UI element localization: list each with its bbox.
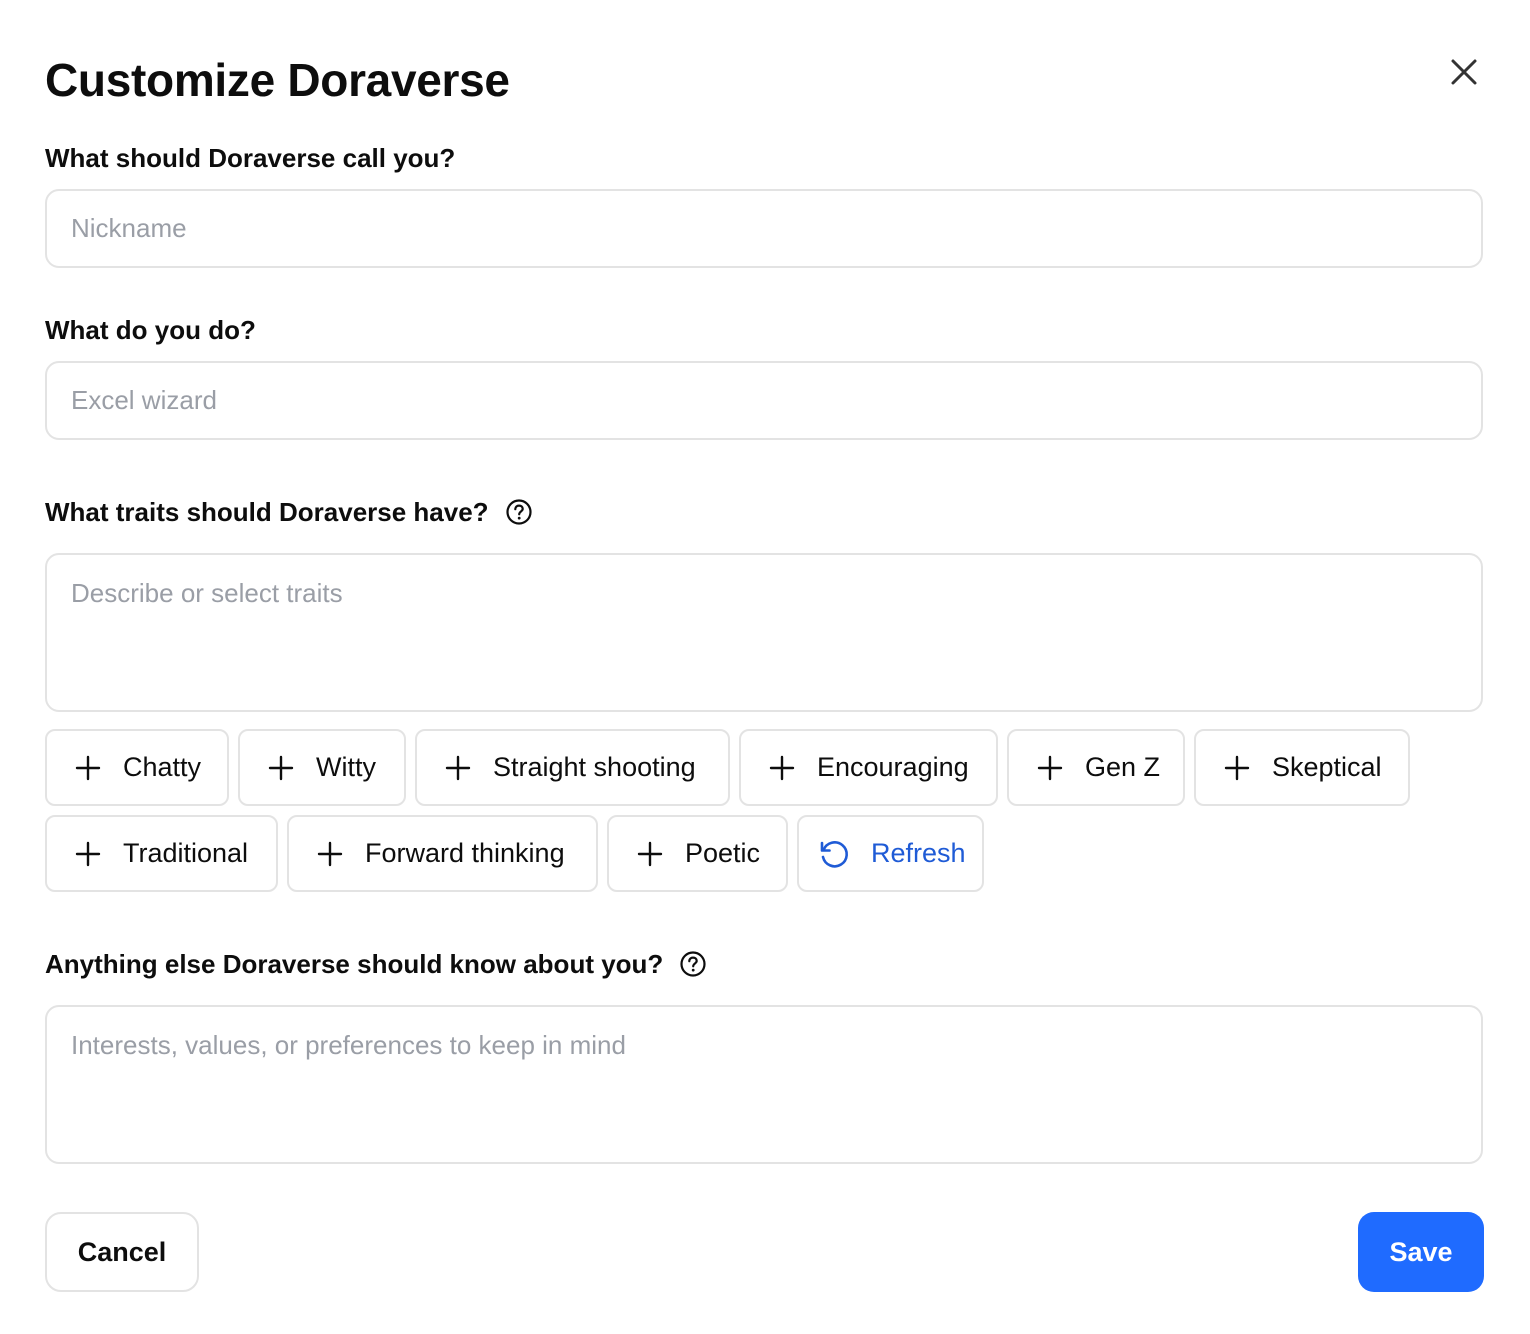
trait-chip-witty[interactable]: Witty bbox=[238, 729, 406, 806]
plus-icon bbox=[75, 841, 101, 867]
trait-chip-label: Skeptical bbox=[1272, 752, 1382, 782]
plus-icon bbox=[317, 841, 343, 867]
trait-chip-label: Witty bbox=[316, 752, 376, 782]
trait-chip-chatty[interactable]: Chatty bbox=[45, 729, 229, 806]
trait-chip-gen-z[interactable]: Gen Z bbox=[1007, 729, 1185, 806]
traits-textarea[interactable] bbox=[45, 553, 1483, 712]
plus-icon bbox=[268, 755, 294, 781]
dialog-title: Customize Doraverse bbox=[45, 54, 510, 106]
close-button[interactable] bbox=[1440, 48, 1488, 96]
nickname-label: What should Doraverse call you? bbox=[45, 141, 455, 175]
traits-label: What traits should Doraverse have? bbox=[45, 495, 533, 529]
plus-icon bbox=[1224, 755, 1250, 781]
trait-chip-label: Forward thinking bbox=[365, 838, 565, 868]
trait-chip-skeptical[interactable]: Skeptical bbox=[1194, 729, 1410, 806]
refresh-traits-button[interactable]: Refresh bbox=[797, 815, 984, 892]
about-textarea[interactable] bbox=[45, 1005, 1483, 1164]
cancel-button[interactable]: Cancel bbox=[45, 1212, 199, 1292]
occupation-label: What do you do? bbox=[45, 313, 256, 347]
about-label-text: Anything else Doraverse should know abou… bbox=[45, 949, 664, 979]
about-label: Anything else Doraverse should know abou… bbox=[45, 947, 707, 981]
refresh-label: Refresh bbox=[871, 838, 966, 868]
plus-icon bbox=[75, 755, 101, 781]
trait-chip-label: Chatty bbox=[123, 752, 202, 782]
occupation-input[interactable] bbox=[45, 361, 1483, 440]
nickname-label-text: What should Doraverse call you? bbox=[45, 143, 456, 173]
traits-label-text: What traits should Doraverse have? bbox=[45, 497, 489, 527]
trait-chip-label: Poetic bbox=[685, 838, 761, 868]
customize-dialog: Customize Doraverse What should Doravers… bbox=[0, 0, 1530, 1334]
plus-icon bbox=[769, 755, 795, 781]
trait-chip-traditional[interactable]: Traditional bbox=[45, 815, 278, 892]
trait-chip-straight-shooting[interactable]: Straight shooting bbox=[415, 729, 730, 806]
close-icon bbox=[1451, 59, 1477, 85]
save-button[interactable]: Save bbox=[1358, 1212, 1484, 1292]
occupation-label-text: What do you do? bbox=[45, 315, 256, 345]
trait-chip-label: Straight shooting bbox=[493, 752, 696, 782]
plus-icon bbox=[445, 755, 471, 781]
refresh-icon bbox=[817, 837, 851, 871]
nickname-input[interactable] bbox=[45, 189, 1483, 268]
plus-icon bbox=[1037, 755, 1063, 781]
question-circle-icon[interactable] bbox=[679, 950, 707, 978]
plus-icon bbox=[637, 841, 663, 867]
trait-chip-poetic[interactable]: Poetic bbox=[607, 815, 788, 892]
trait-chip-encouraging[interactable]: Encouraging bbox=[739, 729, 998, 806]
question-circle-icon[interactable] bbox=[505, 498, 533, 526]
trait-chip-label: Traditional bbox=[123, 838, 249, 868]
trait-chip-label: Encouraging bbox=[817, 752, 969, 782]
trait-chip-label: Gen Z bbox=[1085, 752, 1161, 782]
trait-chip-forward-thinking[interactable]: Forward thinking bbox=[287, 815, 598, 892]
